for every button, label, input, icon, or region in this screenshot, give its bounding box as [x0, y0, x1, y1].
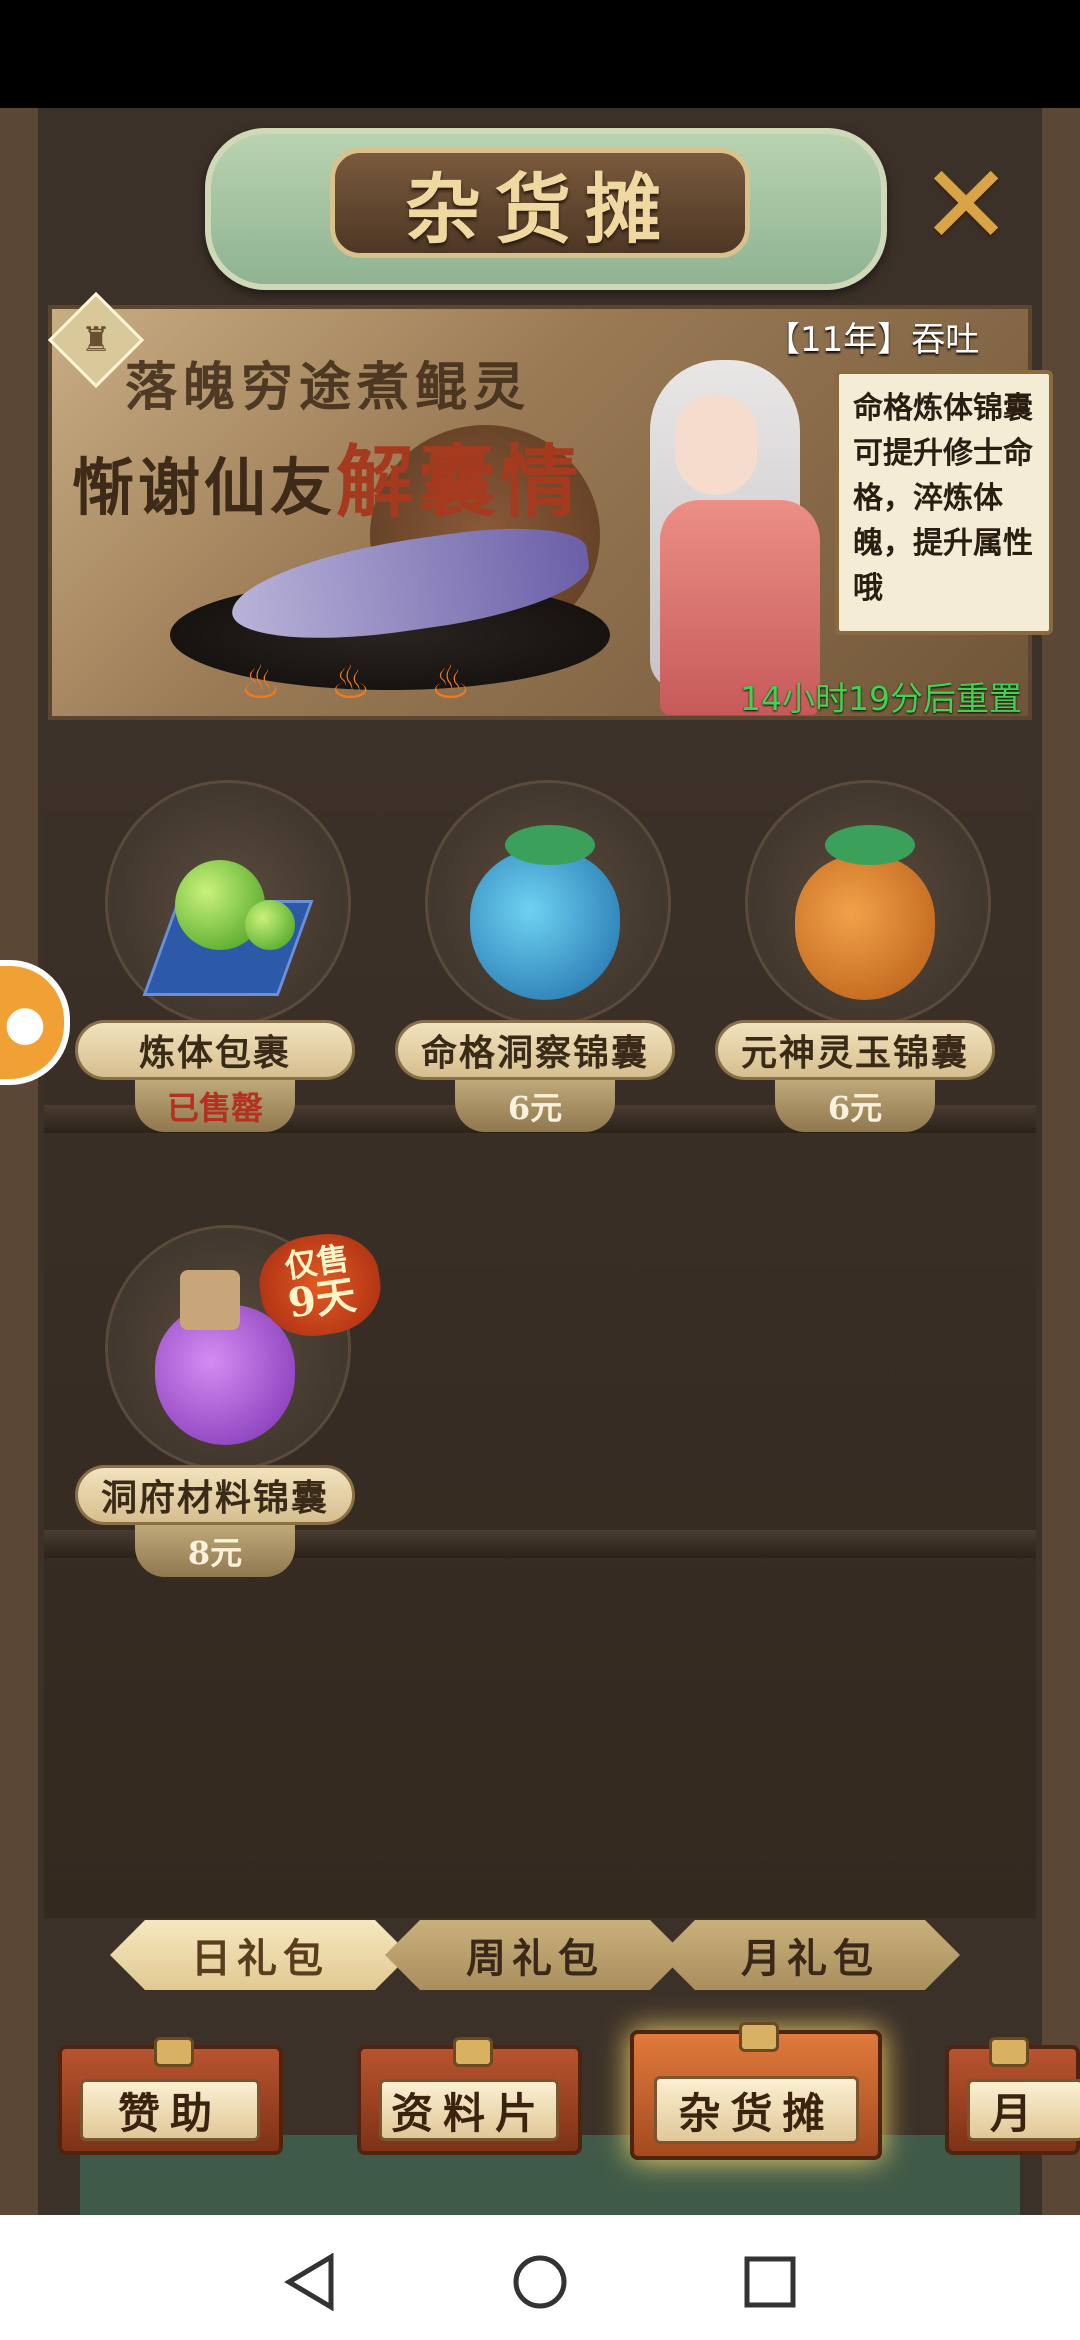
chest-lock-icon [989, 2037, 1029, 2067]
nav-general-store[interactable]: 杂货摊 [630, 2022, 882, 2160]
nav-label: 杂货摊 [654, 2076, 859, 2144]
status-bar [0, 0, 1080, 108]
shop-item-yuanshen-pouch[interactable]: 元神灵玉锦囊 6元 [705, 780, 1005, 1140]
tab-daily[interactable]: 日礼包 [110, 1920, 410, 1990]
recents-button[interactable] [740, 2252, 800, 2312]
chest-lock-icon [154, 2037, 194, 2067]
news-ticker: 【11年】吞吐 [766, 320, 980, 360]
banner-headline-2: 惭谢仙友解囊情 [72, 437, 583, 528]
page-title: 杂货摊 [330, 148, 750, 258]
home-button[interactable] [510, 2252, 570, 2312]
banner-headline-1: 落魄穷途煮鲲灵 [125, 357, 532, 418]
item-name: 炼体包裹 [75, 1020, 355, 1080]
nav-sponsor[interactable]: 赞助 [58, 2037, 283, 2155]
chest-lock-icon [739, 2022, 779, 2052]
recents-square-icon [744, 2256, 796, 2308]
flame-icon: ♨ [330, 655, 372, 709]
chest-lock-icon [453, 2037, 493, 2067]
nav-label: 资料片 [379, 2079, 559, 2141]
item-price: 已售罄 [135, 1080, 295, 1132]
item-price: 6元 [455, 1080, 615, 1132]
scroll-icon [180, 1270, 240, 1330]
flame-icon: ♨ [430, 655, 472, 709]
jade-icon [505, 825, 595, 865]
nav-label: 月 [967, 2079, 1080, 2141]
item-name: 洞府材料锦囊 [75, 1465, 355, 1525]
tip-box: 命格炼体锦囊可提升修士命格，淬炼体魄，提升属性哦 [835, 370, 1053, 635]
flame-icon: ♨ [240, 655, 282, 709]
home-circle-icon [513, 2255, 567, 2309]
close-button[interactable]: ✕ [920, 150, 1012, 260]
shop-item-lianti-bag[interactable]: 炼体包裹 已售罄 [65, 780, 365, 1140]
nav-monthly[interactable]: 月 [945, 2037, 1080, 2155]
item-price: 8元 [135, 1525, 295, 1577]
game-controller-icon: ● [4, 994, 46, 1051]
item-name: 元神灵玉锦囊 [715, 1020, 995, 1080]
nav-expansion[interactable]: 资料片 [357, 2037, 582, 2155]
tab-weekly[interactable]: 周礼包 [385, 1920, 685, 1990]
jade-icon [825, 825, 915, 865]
back-triangle-icon [284, 2253, 334, 2311]
back-button[interactable] [280, 2252, 340, 2312]
blue-pouch-icon [470, 850, 620, 1000]
package-tabs: 日礼包 周礼包 月礼包 [110, 1920, 970, 1990]
tab-monthly[interactable]: 月礼包 [660, 1920, 960, 1990]
item-price: 6元 [775, 1080, 935, 1132]
nav-label: 赞助 [80, 2079, 260, 2141]
shop-item-mingge-pouch[interactable]: 命格洞察锦囊 6元 [385, 780, 685, 1140]
reset-timer: 14小时19分后重置 [740, 679, 1022, 718]
banner-character-face [675, 395, 757, 495]
orange-pouch-icon [795, 855, 935, 1000]
green-orb-icon [245, 900, 295, 950]
item-name: 命格洞察锦囊 [395, 1020, 675, 1080]
close-x-icon: ✕ [920, 141, 1013, 269]
